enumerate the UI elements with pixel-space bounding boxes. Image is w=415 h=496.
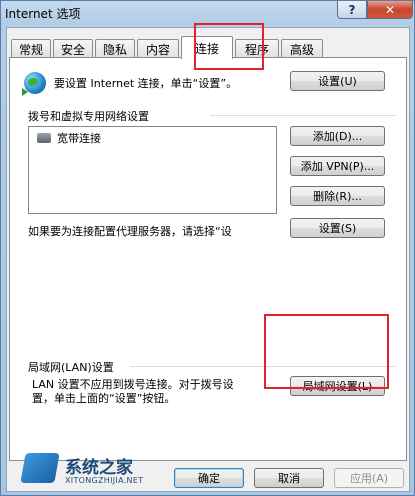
tab-privacy[interactable]: 隐私	[95, 39, 135, 58]
watermark-url: XITONGZHIJIA.NET	[65, 476, 144, 485]
add-button[interactable]: 添加(D)...	[290, 126, 385, 146]
lan-group-label: 局域网(LAN)设置	[28, 361, 114, 374]
connection-settings-button[interactable]: 设置(S)	[290, 218, 385, 238]
setup-arrow-icon	[22, 88, 28, 96]
lan-settings-button[interactable]: 局域网设置(L)	[290, 376, 385, 396]
window-title: Internet 选项	[5, 7, 81, 21]
tab-advanced[interactable]: 高级	[281, 39, 323, 58]
list-item[interactable]: 宽带连接	[35, 130, 255, 146]
add-vpn-button[interactable]: 添加 VPN(P)...	[290, 156, 385, 176]
watermark-name: 系统之家	[65, 458, 133, 478]
broadband-connection-icon	[37, 133, 51, 143]
tab-content[interactable]: 内容	[137, 39, 179, 58]
watermark: 系统之家 XITONGZHIJIA.NET	[20, 451, 173, 491]
dialup-group-label: 拨号和虚拟专用网络设置	[28, 110, 149, 123]
cancel-button[interactable]: 取消	[254, 468, 324, 488]
lan-divider	[130, 366, 396, 367]
dialup-divider	[210, 115, 396, 116]
close-icon: ✕	[384, 2, 396, 17]
remove-button[interactable]: 删除(R)...	[290, 186, 385, 206]
internet-options-window: Internet 选项 ? ✕ 常规 安全 隐私 内容 连接 程序 高级 要设置…	[0, 0, 415, 496]
connections-panel: 要设置 Internet 连接，单击“设置”。 设置(U) 拨号和虚拟专用网络设…	[9, 57, 407, 461]
tab-programs[interactable]: 程序	[235, 39, 279, 58]
close-button[interactable]: ✕	[367, 1, 413, 19]
tab-strip: 常规 安全 隐私 内容 连接 程序 高级	[9, 36, 409, 59]
lan-description-line2: 置，单击上面的“设置”按钮。	[32, 392, 176, 405]
connections-list[interactable]: 宽带连接	[28, 126, 277, 214]
watermark-logo-icon	[20, 453, 60, 483]
tab-connections[interactable]: 连接	[181, 36, 233, 59]
ok-button[interactable]: 确定	[174, 468, 244, 488]
apply-button[interactable]: 应用(A)	[334, 468, 404, 488]
help-button[interactable]: ?	[337, 1, 367, 19]
help-icon: ?	[348, 2, 356, 17]
setup-button[interactable]: 设置(U)	[290, 71, 385, 91]
proxy-description: 如果要为连接配置代理服务器，请选择“设	[28, 225, 232, 238]
tab-general[interactable]: 常规	[11, 39, 51, 58]
setup-description: 要设置 Internet 连接，单击“设置”。	[54, 77, 238, 90]
tab-security[interactable]: 安全	[53, 39, 93, 58]
dialog-client: 常规 安全 隐私 内容 连接 程序 高级 要设置 Internet 连接，单击“…	[6, 27, 410, 492]
connection-name: 宽带连接	[57, 132, 101, 145]
title-bar[interactable]: Internet 选项 ? ✕	[1, 1, 414, 27]
